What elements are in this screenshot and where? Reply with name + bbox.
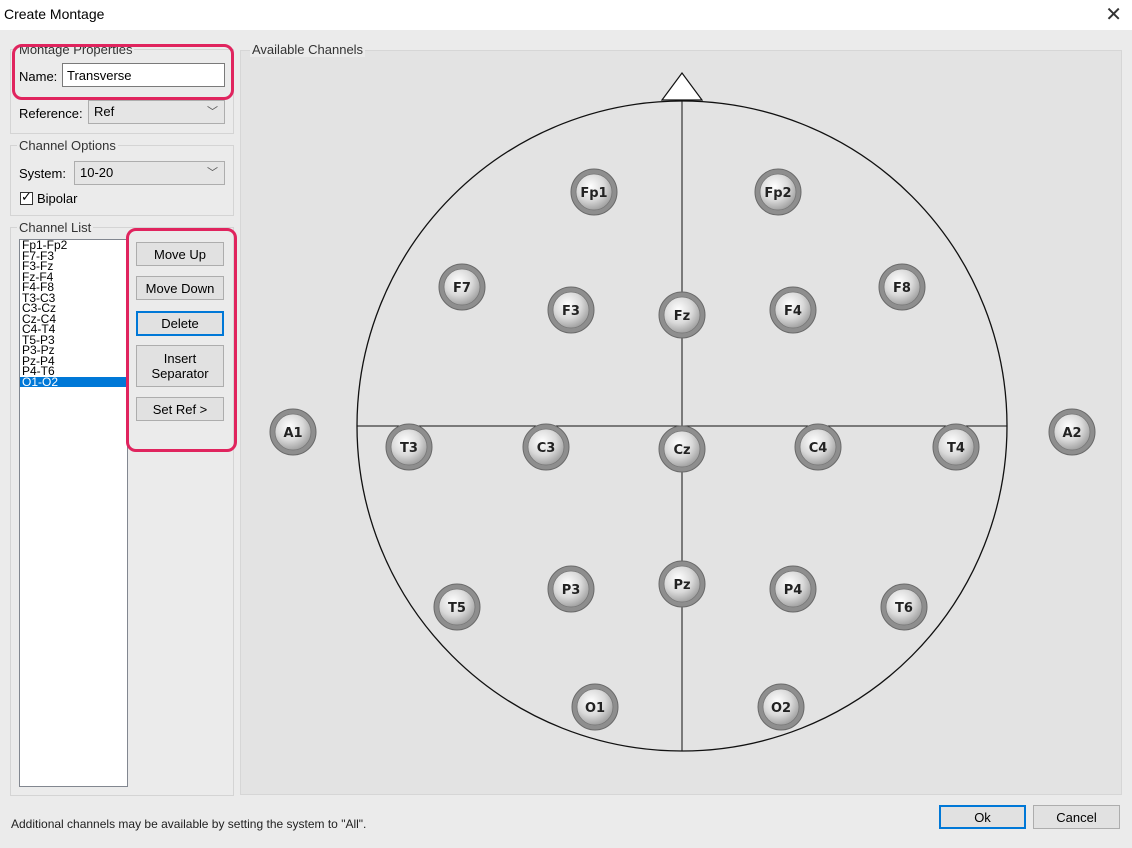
electrode-cz[interactable]: Cz xyxy=(658,425,706,473)
electrode-label: Cz xyxy=(673,443,690,458)
head-diagram: Fp1 Fp2 F7 F3 Fz F4 F8 A1 T3 C3 Cz C4 T4 A2 T5 P3 Pz P4 T6… xyxy=(269,71,1096,752)
electrode-fp1[interactable]: Fp1 xyxy=(570,168,618,216)
available-channels-panel: Fp1 Fp2 F7 F3 Fz F4 F8 A1 T3 C3 Cz C4 T4 A2 T5 P3 Pz P4 T6… xyxy=(240,50,1122,795)
insert-separator-button[interactable]: Insert Separator xyxy=(136,345,224,387)
electrode-o2[interactable]: O2 xyxy=(757,683,805,731)
electrode-label: Pz xyxy=(673,578,690,593)
electrode-label: Fp2 xyxy=(764,186,791,201)
electrode-f8[interactable]: F8 xyxy=(878,263,926,311)
set-ref-button[interactable]: Set Ref > xyxy=(136,397,224,421)
electrode-label: O1 xyxy=(585,701,605,716)
name-input[interactable]: Transverse xyxy=(62,63,225,87)
electrode-t4[interactable]: T4 xyxy=(932,423,980,471)
electrode-label: F3 xyxy=(562,304,580,319)
move-down-label: Move Down xyxy=(145,280,215,296)
cancel-button[interactable]: Cancel xyxy=(1033,805,1120,829)
electrode-label: T4 xyxy=(947,441,965,456)
close-icon[interactable]: ✕ xyxy=(1105,2,1122,27)
delete-label: Delete xyxy=(161,316,199,331)
electrode-fz[interactable]: Fz xyxy=(658,291,706,339)
electrode-pz[interactable]: Pz xyxy=(658,560,706,608)
move-up-label: Move Up xyxy=(153,246,207,262)
channel-options-legend: Channel Options xyxy=(19,138,116,153)
chevron-down-icon: ﹀ xyxy=(207,167,218,179)
montage-properties-legend: Montage Properties xyxy=(19,42,133,57)
ok-label: Ok xyxy=(974,809,991,825)
electrode-label: A1 xyxy=(283,426,302,441)
channel-listbox[interactable]: Fp1-Fp2 F7-F3 F3-Fz Fz-F4 F4-F8 T3-C3 C3-Cz Cz-… xyxy=(19,239,128,787)
electrode-label: A2 xyxy=(1062,426,1081,441)
electrode-f7[interactable]: F7 xyxy=(438,263,486,311)
electrode-t3[interactable]: T3 xyxy=(385,423,433,471)
electrode-label: T3 xyxy=(400,441,418,456)
electrode-label: P3 xyxy=(562,583,581,598)
reference-value: Ref xyxy=(94,104,115,119)
electrode-f3[interactable]: F3 xyxy=(547,286,595,334)
electrode-label: C4 xyxy=(809,441,828,456)
electrode-o1[interactable]: O1 xyxy=(571,683,619,731)
system-value: 10-20 xyxy=(80,165,114,180)
set-ref-label: Set Ref > xyxy=(152,401,208,417)
channel-list-legend: Channel List xyxy=(19,220,92,235)
dialog-body: Montage Properties Name: Transverse Refe… xyxy=(0,30,1132,848)
electrode-label: F8 xyxy=(893,281,911,296)
electrode-label: C3 xyxy=(537,441,556,456)
bipolar-label: Bipolar xyxy=(37,191,78,206)
electrode-a2[interactable]: A2 xyxy=(1048,408,1096,456)
window-title: Create Montage xyxy=(4,6,105,22)
move-up-button[interactable]: Move Up xyxy=(136,242,224,266)
electrode-c3[interactable]: C3 xyxy=(522,423,570,471)
electrode-f4[interactable]: F4 xyxy=(769,286,817,334)
system-label: System: xyxy=(19,166,66,181)
move-down-button[interactable]: Move Down xyxy=(136,276,224,300)
electrode-label: T5 xyxy=(448,601,466,616)
electrode-label: P4 xyxy=(784,583,803,598)
ok-button[interactable]: Ok xyxy=(939,805,1026,829)
electrode-label: Fz xyxy=(674,309,690,324)
electrode-a1[interactable]: A1 xyxy=(269,408,317,456)
electrode-label: F7 xyxy=(453,281,471,296)
electrode-p3[interactable]: P3 xyxy=(547,565,595,613)
electrode-t5[interactable]: T5 xyxy=(433,583,481,631)
reference-label: Reference: xyxy=(19,106,83,121)
insert-separator-label: Insert Separator xyxy=(151,351,209,381)
electrode-label: O2 xyxy=(771,701,791,716)
electrode-label: F4 xyxy=(784,304,802,319)
electrode-label: T6 xyxy=(895,601,913,616)
list-item[interactable]: O1-O2 xyxy=(20,376,127,387)
system-dropdown[interactable]: 10-20 ﹀ xyxy=(74,161,225,185)
check-icon: ✓ xyxy=(21,189,32,204)
cancel-label: Cancel xyxy=(1056,809,1097,825)
available-channels-legend: Available Channels xyxy=(250,42,366,57)
title-bar: Create Montage ✕ xyxy=(0,0,1132,30)
nose-triangle xyxy=(660,71,704,101)
electrode-c4[interactable]: C4 xyxy=(794,423,842,471)
reference-dropdown[interactable]: Ref ﹀ xyxy=(88,100,225,124)
chevron-down-icon: ﹀ xyxy=(207,106,218,118)
electrode-p4[interactable]: P4 xyxy=(769,565,817,613)
electrode-fp2[interactable]: Fp2 xyxy=(754,168,802,216)
electrode-label: Fp1 xyxy=(580,186,607,201)
delete-button[interactable]: Delete xyxy=(136,311,224,336)
status-text: Additional channels may be available by … xyxy=(11,817,367,831)
bipolar-checkbox[interactable]: ✓ xyxy=(20,189,33,205)
electrode-t6[interactable]: T6 xyxy=(880,583,928,631)
name-label: Name: xyxy=(19,69,58,84)
